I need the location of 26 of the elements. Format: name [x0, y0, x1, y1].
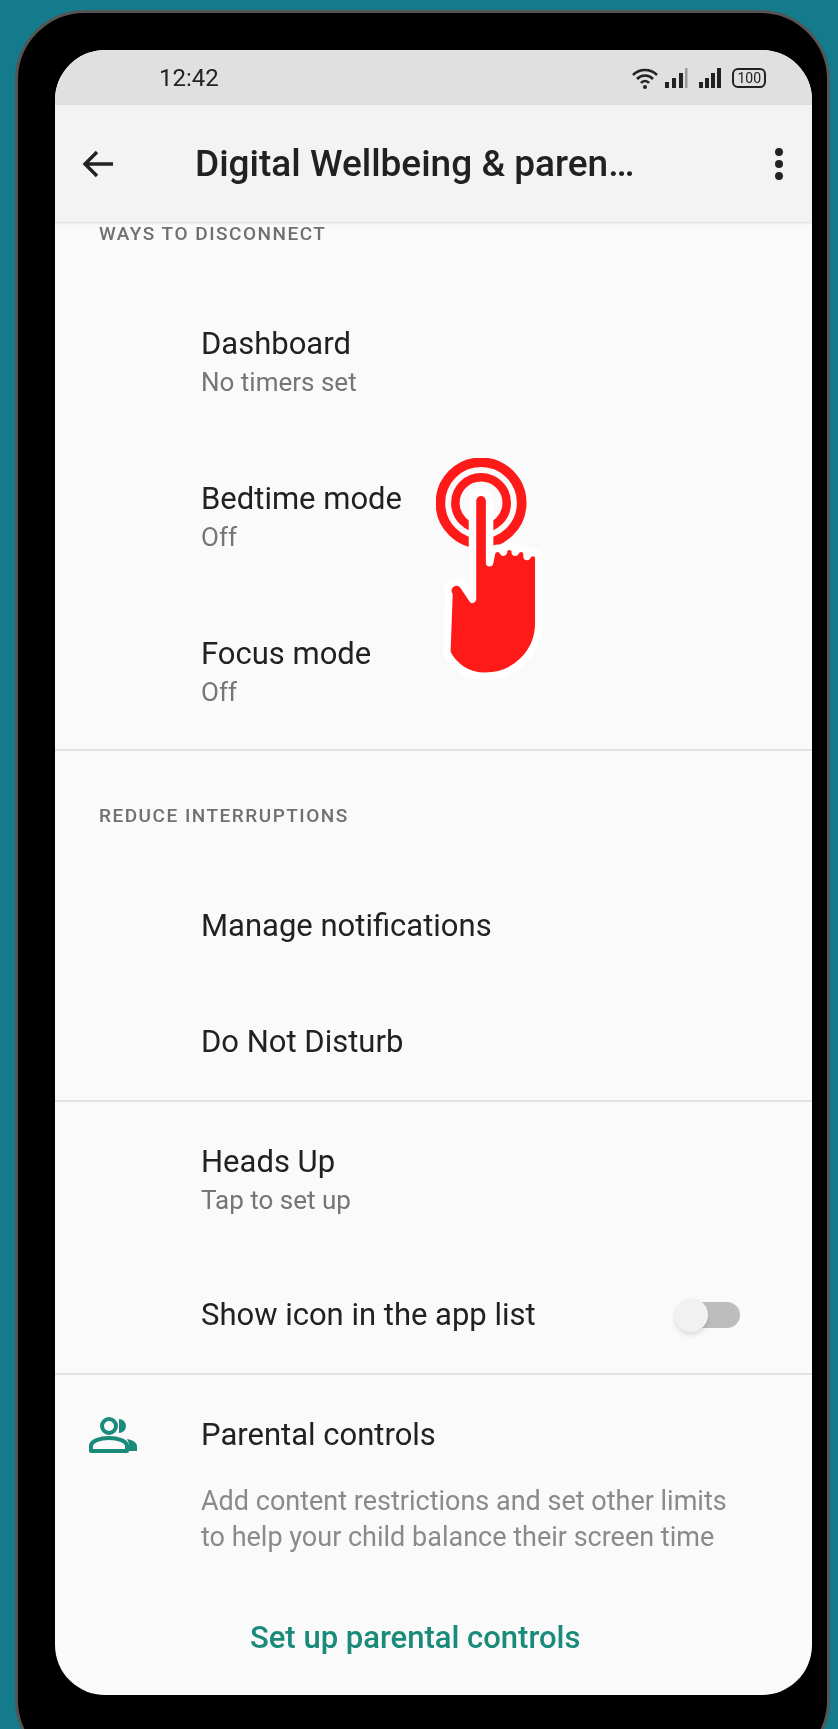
section-header: REDUCE INTERRUPTIONS [99, 804, 349, 828]
setting-title[interactable]: Show icon in the app list [201, 1295, 674, 1335]
more-options-icon[interactable] [774, 146, 784, 181]
setting-title[interactable]: Dashboard [201, 323, 742, 364]
setup-parental-controls-link[interactable]: Set up parental controls [250, 1615, 581, 1662]
wifi-icon [632, 66, 659, 89]
setting-subtitle: Off [201, 520, 238, 554]
setting-subtitle: No timers set [201, 365, 358, 399]
setting-title[interactable]: Heads Up [201, 1141, 742, 1182]
app-bar-title: Digital Wellbeing & paren… [195, 140, 636, 187]
status-time: 12:42 [159, 62, 219, 94]
setting-subtitle: Off [201, 675, 238, 709]
signal-icon [698, 67, 723, 88]
signal-icon [664, 67, 689, 88]
toggle-switch[interactable] [674, 1298, 742, 1332]
setting-title[interactable]: Do Not Disturb [201, 1022, 742, 1062]
section-header: WAYS TO DISCONNECT [99, 222, 327, 246]
setting-title[interactable]: Manage notifications [201, 906, 742, 946]
setting-title[interactable]: Parental controls [201, 1415, 436, 1455]
back-arrow-icon[interactable] [81, 148, 115, 179]
setting-title[interactable]: Focus mode [201, 633, 742, 674]
battery-icon: 100 [732, 67, 766, 88]
setting-description: Add content restrictions and set other limits to help your child balance their screen time [200, 1484, 728, 1555]
people-icon [89, 1417, 139, 1453]
setting-subtitle: Tap to set up [201, 1183, 352, 1217]
setting-title[interactable]: Bedtime mode [201, 478, 742, 519]
